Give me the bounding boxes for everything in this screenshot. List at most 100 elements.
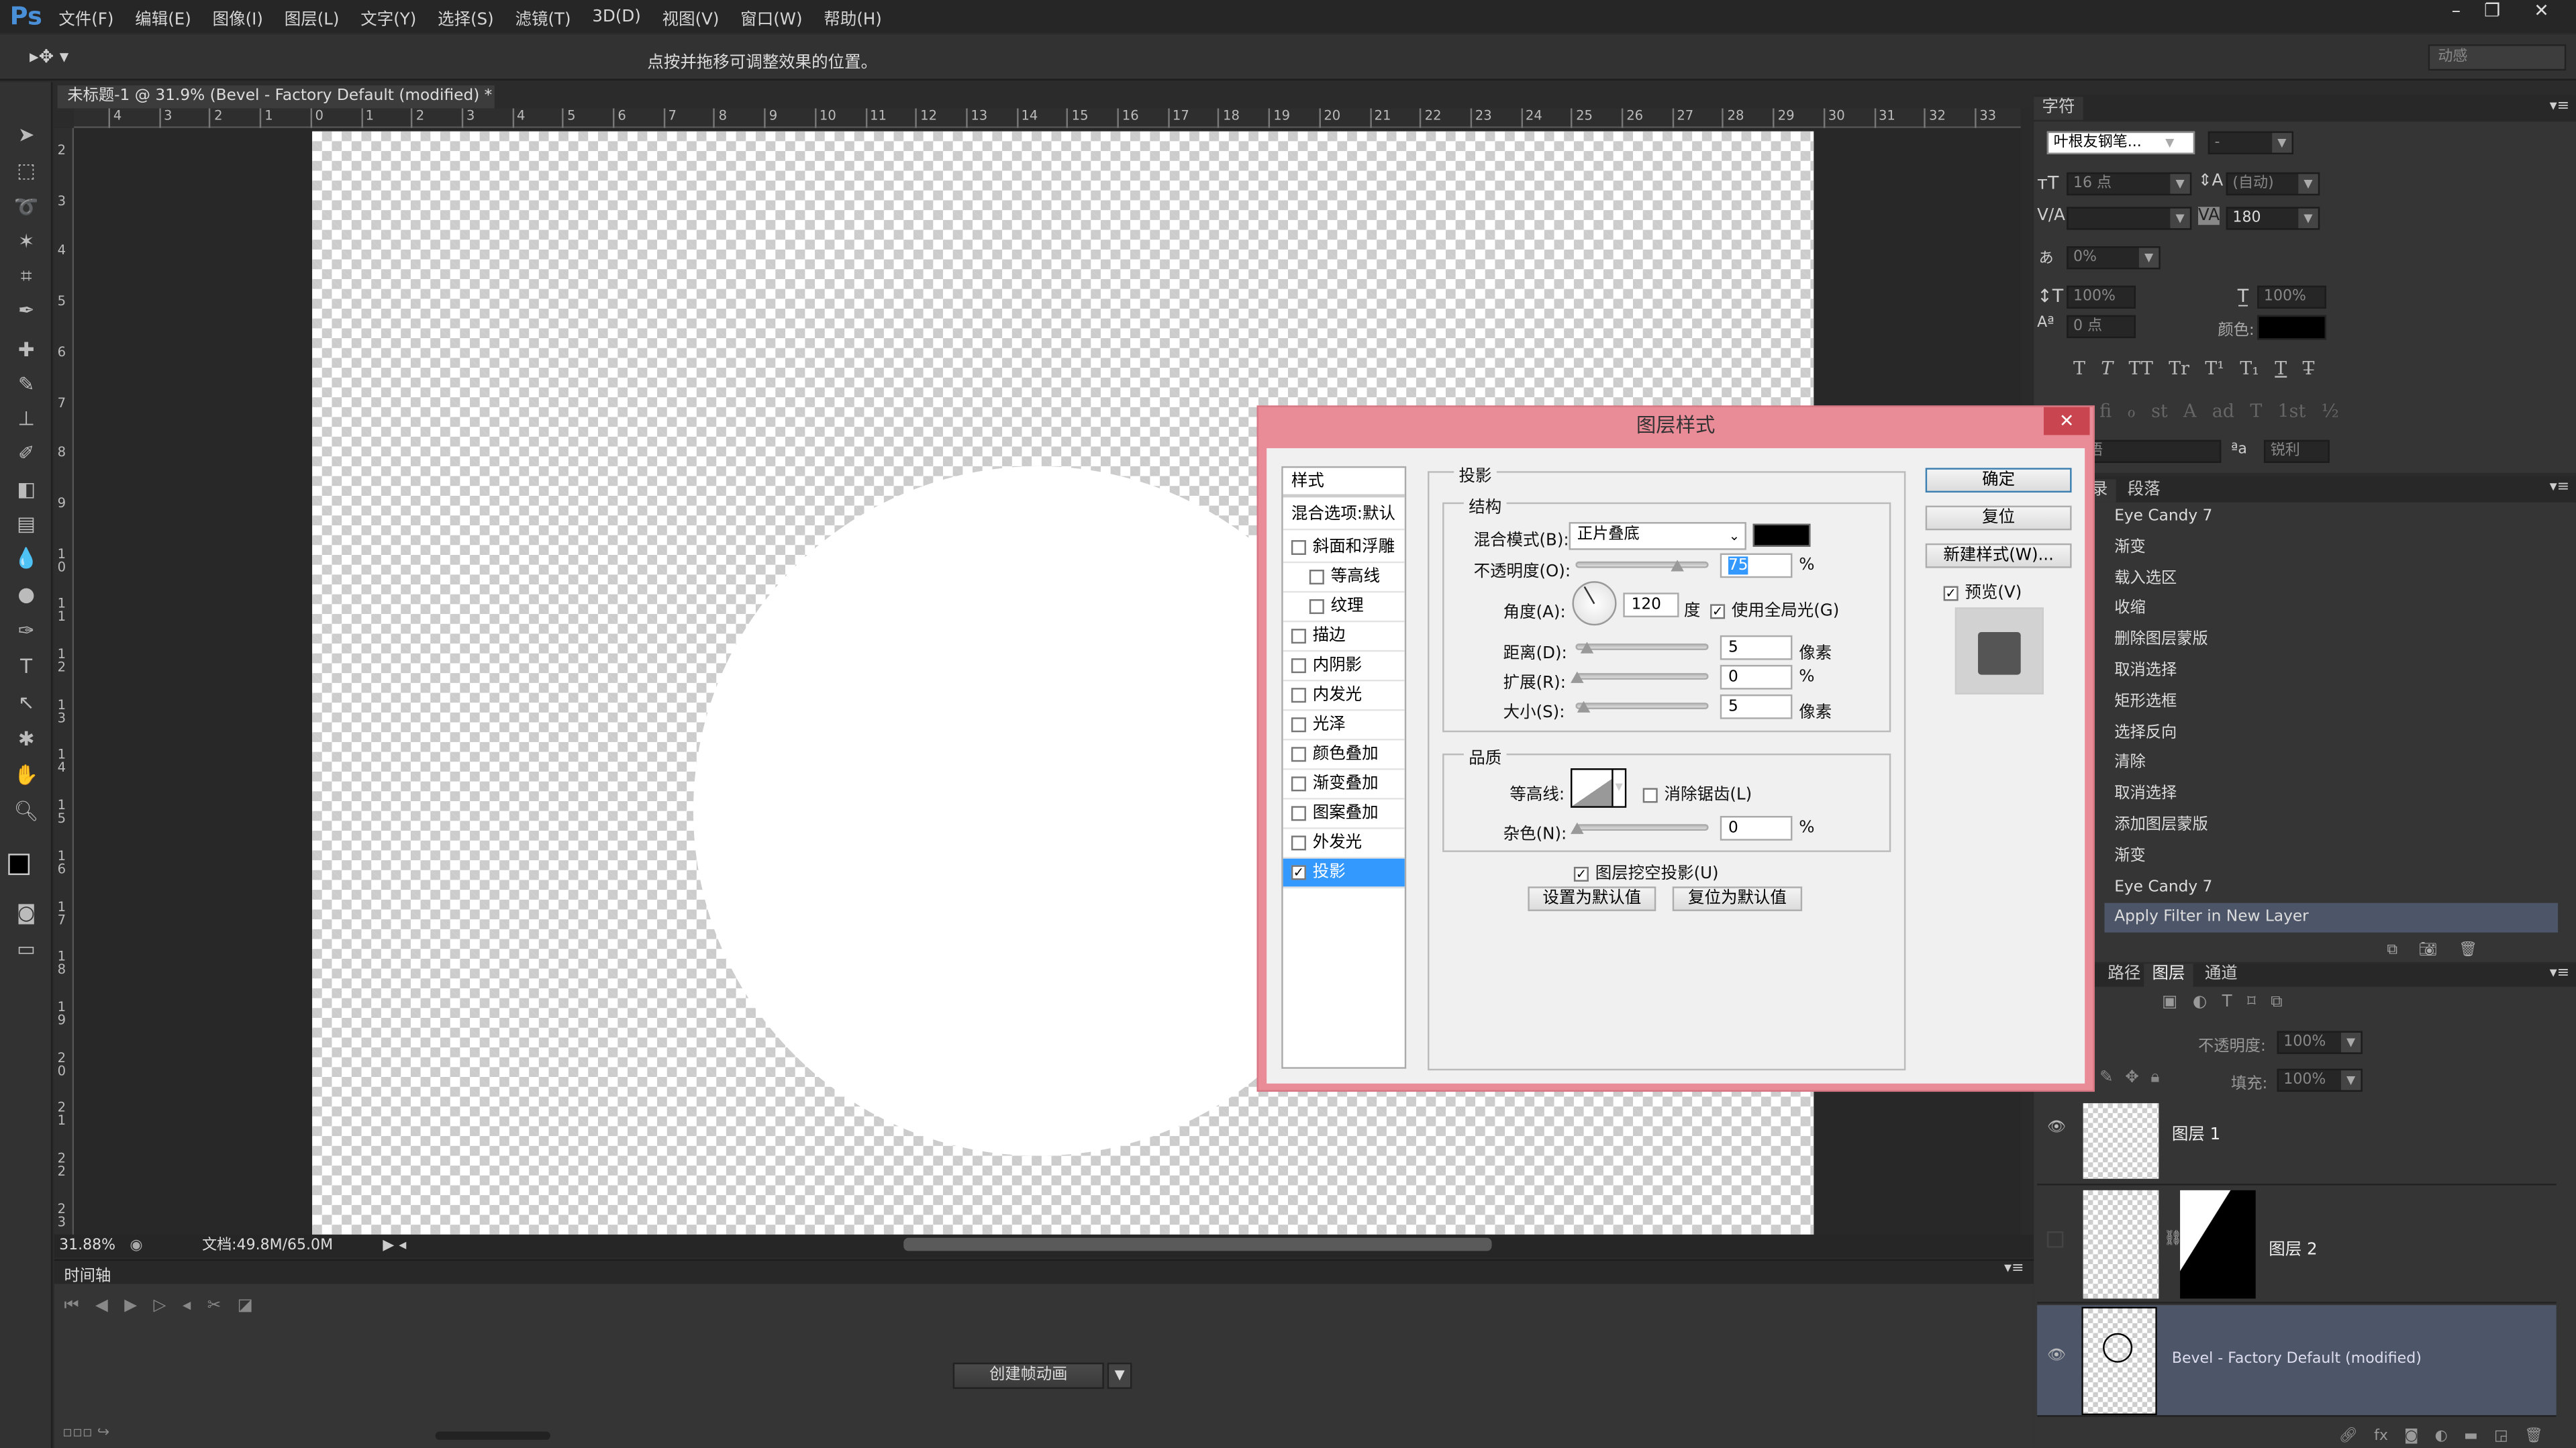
brush-tool-icon[interactable]: ✎	[11, 371, 41, 397]
visibility-eye-icon[interactable]: 👁︎	[2047, 1348, 2066, 1364]
history-item[interactable]: 收缩	[2105, 595, 2559, 625]
magic-wand-icon[interactable]: ✶	[11, 228, 41, 254]
ok-button[interactable]: 确定	[1925, 468, 2072, 493]
checkbox[interactable]	[1309, 598, 1324, 613]
move-tool-preset-icon[interactable]: ▸✥ ▾	[30, 46, 68, 68]
faux-bold-button[interactable]: T	[2073, 358, 2085, 379]
checkbox[interactable]: ✓	[1573, 866, 1589, 881]
size-slider[interactable]	[1575, 701, 1709, 713]
dialog-close-button[interactable]: ✕	[2043, 407, 2090, 435]
checkbox[interactable]	[1291, 627, 1306, 643]
ordinals-button[interactable]: 1st	[2278, 401, 2306, 422]
global-light-checkbox[interactable]: ✓ 使用全局光(G)	[1710, 596, 1839, 621]
paragraph-tab[interactable]: 段落	[2120, 479, 2169, 502]
angle-dial[interactable]	[1572, 581, 1617, 626]
layer-name[interactable]: Bevel - Factory Default (modified)	[2172, 1351, 2422, 1367]
vertical-ruler[interactable]: 2 3 4 5 6 7 8 9 1 0 1 1 1 2 1 3 1 4 1 5 1 6 1 7 1 8 1 9 2 …	[54, 127, 75, 1235]
status-menu-arrow-icon[interactable]: ▶ ◂	[383, 1235, 406, 1257]
menu-layer[interactable]: 图层(L)	[285, 4, 340, 29]
create-frame-animation-button[interactable]: 创建帧动画	[952, 1362, 1104, 1389]
titling-button[interactable]: ad	[2212, 401, 2234, 422]
layer-mask-thumbnail[interactable]	[2180, 1190, 2256, 1299]
style-item[interactable]: ✓ 投影	[1283, 858, 1405, 888]
play-icon[interactable]: ▶	[124, 1297, 153, 1315]
slider-handle[interactable]	[1577, 701, 1591, 713]
font-family-dropdown-icon[interactable]: ▼	[2165, 132, 2185, 154]
lasso-tool-icon[interactable]: ➰	[11, 194, 41, 220]
paths-tab[interactable]: 路径	[2099, 964, 2148, 986]
history-item[interactable]: 删除图层蒙版	[2105, 626, 2559, 656]
faux-italic-button[interactable]: T	[2101, 358, 2113, 379]
dodge-tool-icon[interactable]: ●	[11, 581, 41, 607]
next-frame-icon[interactable]: ▷	[154, 1297, 183, 1315]
styles-header[interactable]: 样式	[1283, 468, 1405, 498]
lock-all-icon[interactable]: 🔒︎	[2150, 1069, 2159, 1087]
layer-row-selected[interactable]: 👁︎ Bevel - Factory Default (modified)	[2037, 1305, 2557, 1417]
spread-input[interactable]: 0	[1720, 664, 1793, 690]
menu-view[interactable]: 视图(V)	[662, 4, 720, 29]
chevron-down-icon[interactable]: ▼	[2170, 174, 2190, 194]
audio-icon[interactable]: ◂	[183, 1297, 207, 1315]
adjustment-layer-icon[interactable]: ◐	[2435, 1429, 2448, 1445]
split-scissors-icon[interactable]: ✂	[207, 1297, 238, 1315]
timeline-zoom-slider[interactable]	[435, 1431, 550, 1440]
visibility-toggle-off[interactable]	[2046, 1231, 2064, 1248]
quick-mask-icon[interactable]: ◙	[11, 900, 41, 926]
character-tab[interactable]: 字符	[2034, 97, 2083, 120]
eyedropper-icon[interactable]: ✒	[11, 297, 41, 323]
eraser-icon[interactable]: ◧	[11, 476, 41, 503]
gradient-tool-icon[interactable]: ▤	[11, 511, 41, 537]
delete-layer-icon[interactable]: 🗑︎	[2524, 1429, 2543, 1445]
timeline-tab[interactable]: 时间轴	[64, 1263, 111, 1286]
tsume-field[interactable]: 0% ▼	[2067, 246, 2161, 270]
spread-slider[interactable]	[1571, 671, 1709, 683]
transition-icon[interactable]: ◪	[238, 1297, 270, 1315]
snapshot-icon[interactable]: 📷︎	[2419, 942, 2438, 958]
style-item[interactable]: 渐变叠加	[1283, 770, 1405, 800]
close-window-button[interactable]: ✕	[2524, 0, 2560, 23]
knockout-checkbox[interactable]: ✓ 图层挖空投影(U)	[1573, 859, 1719, 883]
history-item[interactable]: 清除	[2105, 749, 2559, 779]
history-item[interactable]: Apply Filter in New Layer	[2104, 903, 2559, 933]
path-select-icon[interactable]: ↖	[11, 690, 41, 716]
chevron-down-icon[interactable]: ▼	[2272, 133, 2292, 153]
slider-handle[interactable]	[1581, 641, 1595, 654]
document-tab[interactable]: 未标题-1 @ 31.9% (Bevel - Factory Default (…	[57, 85, 495, 128]
menu-3d[interactable]: 3D(D)	[592, 7, 640, 25]
antialias-select[interactable]: 锐利	[2263, 439, 2330, 463]
panel-menu-icon[interactable]: ▾≡	[2550, 966, 2570, 982]
new-style-button[interactable]: 新建样式(W)...	[1925, 543, 2072, 568]
link-layers-icon[interactable]: 🔗︎	[2339, 1429, 2358, 1445]
checkbox[interactable]: ✓	[1710, 603, 1726, 619]
layer-opacity-field[interactable]: 100% ▼	[2277, 1031, 2363, 1054]
zoom-level[interactable]: 31.88%	[59, 1235, 115, 1257]
style-item[interactable]: 内阴影	[1283, 652, 1405, 682]
opacity-slider[interactable]	[1575, 560, 1709, 572]
checkbox[interactable]: ✓	[1291, 864, 1306, 880]
swash-button[interactable]: A	[2183, 401, 2196, 422]
menu-type[interactable]: 文字(Y)	[360, 4, 416, 29]
font-style-field[interactable]: - ▼	[2208, 131, 2293, 154]
restore-button[interactable]: ❐	[2474, 0, 2510, 23]
minimize-button[interactable]: –	[2438, 0, 2474, 23]
chevron-down-icon[interactable]: ▼	[2298, 174, 2318, 194]
history-item[interactable]: 添加图层蒙版	[2105, 811, 2559, 841]
style-item[interactable]: 外发光	[1283, 829, 1405, 859]
checkbox[interactable]	[1291, 539, 1306, 554]
status-info-icon[interactable]: ◉	[130, 1235, 142, 1257]
small-caps-button[interactable]: Tr	[2169, 358, 2189, 379]
distance-slider[interactable]	[1575, 641, 1709, 654]
move-tool-icon[interactable]: ➤	[11, 121, 41, 148]
strikethrough-button[interactable]: T̶	[2303, 358, 2315, 379]
animation-type-dropdown[interactable]: ▼	[1107, 1362, 1132, 1389]
history-item[interactable]: 载入选区	[2105, 564, 2559, 594]
blur-tool-icon[interactable]: 💧	[11, 545, 41, 571]
workspace-select[interactable]: 动感	[2428, 44, 2567, 71]
stamp-tool-icon[interactable]: ⊥	[11, 405, 41, 431]
menu-file[interactable]: 文件(F)	[58, 4, 113, 29]
shape-tool-icon[interactable]: ✱	[11, 725, 41, 752]
blend-mode-select[interactable]: 正片叠底 ⌄	[1569, 522, 1746, 550]
checkbox[interactable]	[1291, 716, 1306, 732]
font-size-field[interactable]: 16 点 ▼	[2067, 172, 2192, 196]
add-mask-icon[interactable]: ◙	[2404, 1429, 2418, 1445]
